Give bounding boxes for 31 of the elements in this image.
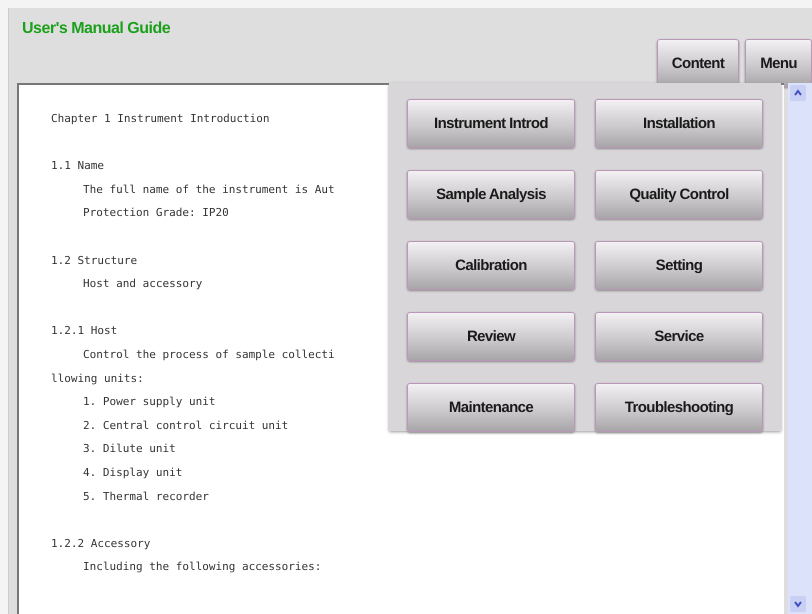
document-line: Protection Grade: IP20 bbox=[82, 205, 229, 222]
document-line: 1.2 Structure bbox=[51, 252, 138, 269]
section-button[interactable]: Maintenance bbox=[407, 383, 575, 432]
scroll-up-icon[interactable] bbox=[790, 85, 806, 101]
section-button[interactable]: Installation bbox=[595, 99, 763, 148]
document-line: Including the following accessories: bbox=[82, 559, 322, 576]
document-line: Chapter 1 Instrument Introduction bbox=[51, 111, 270, 127]
document-line: Control the process of sample collecti bbox=[82, 346, 335, 363]
document-line: 1.2.1 Host bbox=[51, 323, 118, 340]
document-line: llowing units: bbox=[51, 370, 144, 387]
section-button[interactable]: Troubleshooting bbox=[595, 383, 763, 432]
section-button[interactable]: Service bbox=[595, 312, 763, 361]
document-line: 1. Power supply unit bbox=[82, 394, 216, 410]
section-button[interactable]: Setting bbox=[595, 241, 763, 290]
window-title: User's Manual Guide bbox=[22, 20, 170, 39]
document-line: 3. Dilute unit bbox=[82, 441, 176, 458]
document-line: 1.1 Name bbox=[51, 158, 104, 174]
header-button[interactable]: Menu bbox=[745, 39, 812, 87]
document-line: 5. Thermal recorder bbox=[82, 488, 209, 504]
section-button[interactable]: Calibration bbox=[407, 241, 575, 290]
scrollbar[interactable] bbox=[788, 83, 812, 614]
section-button[interactable]: Quality Control bbox=[595, 170, 763, 219]
document-line: 2. Central control circuit unit bbox=[82, 418, 288, 434]
section-button[interactable]: Review bbox=[407, 312, 575, 361]
scroll-down-icon[interactable] bbox=[790, 596, 806, 612]
section-button[interactable]: Instrument Introd bbox=[407, 99, 575, 148]
document-line: The full name of the instrument is Aut bbox=[82, 182, 335, 198]
section-button[interactable]: Sample Analysis bbox=[407, 170, 575, 219]
document-line: Host and accessory bbox=[82, 276, 202, 292]
document-line: 4. Display unit bbox=[82, 464, 182, 481]
document-line: 1.2.2 Accessory bbox=[51, 536, 150, 552]
